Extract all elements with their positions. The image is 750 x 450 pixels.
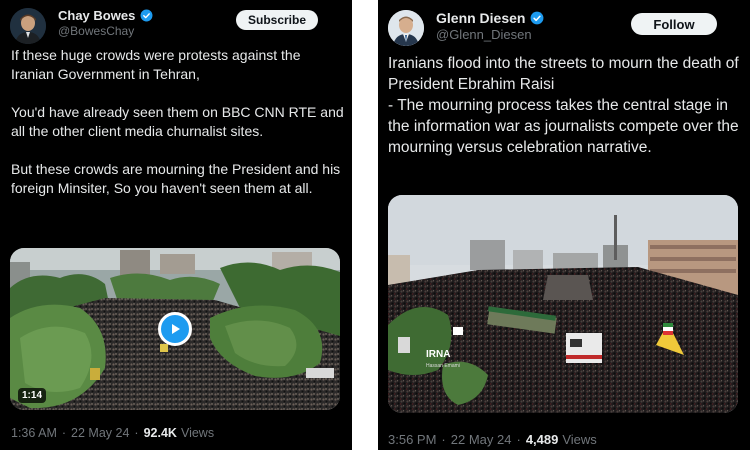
left-tweet-text: If these huge crowds were protests again… <box>11 47 344 196</box>
left-views-label: Views <box>180 426 215 440</box>
right-tweet-text: Iranians flood into the streets to mourn… <box>388 55 739 156</box>
left-views-count: 92.4K <box>143 426 177 440</box>
right-views-count: 4,489 <box>525 432 559 447</box>
right-tweet-card: Glenn Diesen @Glenn_Diesen Follow Irania… <box>378 0 750 450</box>
right-image-photo <box>388 195 738 413</box>
left-tweet-card: Chay Bowes @BowesChay Subscribe If these… <box>0 0 352 450</box>
left-footer-separator-2: · <box>134 426 139 440</box>
left-tweet-time[interactable]: 1:36 AM <box>11 426 57 440</box>
image-watermark-credit: Hassan Emami <box>426 363 460 369</box>
right-image[interactable]: IRNA Hassan Emami <box>388 195 738 413</box>
subscribe-button[interactable]: Subscribe <box>236 10 318 30</box>
video-duration: 1:14 <box>18 388 47 403</box>
right-tweet-time[interactable]: 3:56 PM <box>388 432 436 447</box>
right-avatar[interactable] <box>388 10 424 46</box>
left-handle[interactable]: @BowesChay <box>58 24 134 38</box>
image-watermark: IRNA <box>426 349 451 360</box>
right-views-label: Views <box>562 432 597 447</box>
left-avatar-image <box>10 8 46 44</box>
verified-badge-icon <box>140 9 153 22</box>
left-video[interactable]: 1:14 <box>10 248 340 410</box>
right-name-row: Glenn Diesen <box>436 10 544 26</box>
play-button[interactable] <box>158 312 192 346</box>
right-avatar-image <box>388 10 424 46</box>
right-tweet-date[interactable]: 22 May 24 <box>451 432 512 447</box>
right-footer-separator: · <box>441 432 446 447</box>
follow-button[interactable]: Follow <box>631 13 717 35</box>
right-display-name[interactable]: Glenn Diesen <box>436 10 525 26</box>
left-name-row: Chay Bowes <box>58 8 153 23</box>
left-tweet-footer: 1:36 AM · 22 May 24 · 92.4K Views <box>11 426 214 440</box>
left-avatar[interactable] <box>10 8 46 44</box>
left-display-name[interactable]: Chay Bowes <box>58 8 135 23</box>
right-tweet-footer: 3:56 PM · 22 May 24 · 4,489 Views <box>388 432 597 447</box>
left-tweet-date[interactable]: 22 May 24 <box>71 426 129 440</box>
verified-badge-icon <box>530 11 544 25</box>
right-handle[interactable]: @Glenn_Diesen <box>436 27 532 42</box>
left-footer-separator: · <box>61 426 67 440</box>
right-footer-separator-2: · <box>516 432 521 447</box>
play-icon <box>172 324 180 334</box>
